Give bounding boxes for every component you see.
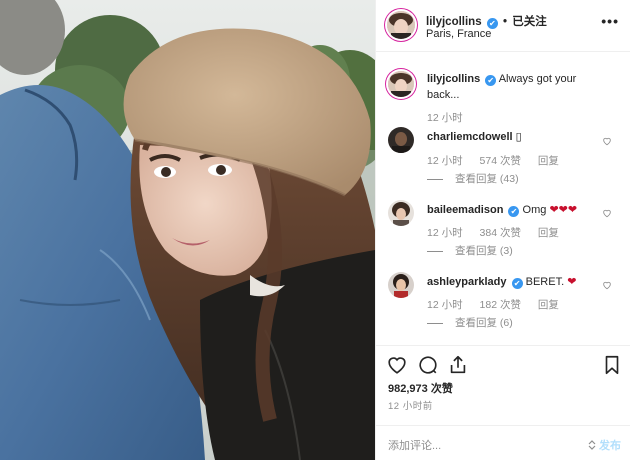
- instagram-post-dialog: lilyjcollins ✔ • 已关注 Paris, France ••• l…: [0, 0, 630, 460]
- post-timestamp[interactable]: 12 小时前: [388, 398, 433, 412]
- replies-divider: [427, 322, 443, 324]
- post-location[interactable]: Paris, France: [426, 28, 491, 40]
- comment-time: 12 小时: [427, 299, 463, 311]
- post-side-panel: lilyjcollins ✔ • 已关注 Paris, France ••• l…: [375, 0, 630, 460]
- likes-count[interactable]: 982,973 次赞: [388, 380, 453, 396]
- post-actions: 982,973 次赞 12 小时前: [376, 345, 630, 425]
- post-header: lilyjcollins ✔ • 已关注 Paris, France •••: [376, 0, 630, 52]
- caption-username[interactable]: lilyjcollins: [427, 73, 480, 85]
- heart-emoji-icon: ❤: [567, 276, 577, 288]
- view-replies-label: 查看回复 (6): [455, 317, 513, 329]
- avatar-image: [388, 200, 414, 226]
- verified-badge-icon: ✔: [508, 206, 520, 217]
- add-comment-input[interactable]: 添加评论...: [388, 437, 441, 453]
- comment-body: ▯: [515, 131, 522, 143]
- comment-avatar[interactable]: [388, 127, 414, 153]
- comment-body: BERET.: [525, 276, 568, 288]
- share-icon[interactable]: [447, 354, 469, 376]
- heart-icon[interactable]: [386, 354, 408, 376]
- comment-text: ashleyparklady ✔ BERET. ❤: [427, 274, 602, 290]
- replies-divider: [427, 178, 443, 180]
- verified-badge-icon: ✔: [485, 75, 497, 86]
- comment-avatar[interactable]: [388, 200, 414, 226]
- caption-text: lilyjcollins ✔ Always got your back...: [427, 71, 602, 103]
- post-button-label: 发布: [599, 440, 621, 452]
- caption-avatar[interactable]: [388, 71, 414, 97]
- view-replies-label: 查看回复 (3): [455, 245, 513, 257]
- view-replies-button[interactable]: 查看回复 (3): [427, 243, 513, 258]
- verified-badge-icon: ✔: [511, 278, 523, 289]
- chevron-updown-icon: [588, 440, 596, 450]
- avatar-image: [387, 11, 415, 39]
- comment-meta: 12 小时 182 次赞 回复: [427, 297, 573, 312]
- caption-meta: 12 小时: [427, 110, 477, 125]
- comment-username[interactable]: charliemcdowell: [427, 131, 513, 143]
- comment-time: 12 小时: [427, 155, 463, 167]
- comment-avatar[interactable]: [388, 272, 414, 298]
- comment-like-heart-icon[interactable]: [602, 136, 612, 146]
- comment-username[interactable]: ashleyparklady: [427, 276, 507, 288]
- comment-icon[interactable]: [417, 354, 439, 376]
- comment-meta: 12 小时 574 次赞 回复: [427, 153, 573, 168]
- more-dots-icon[interactable]: •••: [601, 13, 619, 29]
- bookmark-icon[interactable]: [601, 354, 623, 376]
- caption-time: 12 小时: [427, 112, 463, 124]
- author-avatar[interactable]: [387, 11, 415, 39]
- reply-button[interactable]: 回复: [538, 299, 559, 311]
- avatar-image: [388, 127, 414, 153]
- comment-like-heart-icon[interactable]: [602, 208, 612, 218]
- replies-divider: [427, 250, 443, 252]
- follow-status-button[interactable]: 已关注: [512, 16, 547, 28]
- add-comment-bar: 添加评论... 发布: [376, 425, 630, 460]
- comment-likes[interactable]: 384 次赞: [480, 227, 521, 239]
- reply-button[interactable]: 回复: [538, 155, 559, 167]
- avatar-image: [388, 272, 414, 298]
- photo-illustration: [0, 0, 375, 460]
- comment-meta: 12 小时 384 次赞 回复: [427, 225, 573, 240]
- comment-like-heart-icon[interactable]: [602, 280, 612, 290]
- avatar-image: [388, 71, 414, 97]
- view-replies-button[interactable]: 查看回复 (43): [427, 171, 519, 186]
- comment-username[interactable]: baileemadison: [427, 204, 503, 216]
- comment-body: Omg: [522, 204, 550, 216]
- comment-likes[interactable]: 574 次赞: [480, 155, 521, 167]
- separator-dot: •: [503, 16, 508, 28]
- view-replies-label: 查看回复 (43): [455, 173, 519, 185]
- comment-text: baileemadison ✔ Omg ❤❤❤: [427, 202, 602, 218]
- author-username[interactable]: lilyjcollins: [426, 16, 482, 28]
- view-replies-button[interactable]: 查看回复 (6): [427, 315, 513, 330]
- heart-emoji-icon: ❤❤❤: [549, 204, 578, 216]
- reply-button[interactable]: 回复: [538, 227, 559, 239]
- comment-text: charliemcdowell ▯: [427, 129, 602, 145]
- comment-time: 12 小时: [427, 227, 463, 239]
- author-line: lilyjcollins ✔ • 已关注: [426, 13, 547, 29]
- post-photo[interactable]: [0, 0, 375, 460]
- post-comment-button[interactable]: 发布: [587, 437, 621, 453]
- comments-list[interactable]: lilyjcollins ✔ Always got your back... 1…: [376, 52, 630, 345]
- comment-likes[interactable]: 182 次赞: [480, 299, 521, 311]
